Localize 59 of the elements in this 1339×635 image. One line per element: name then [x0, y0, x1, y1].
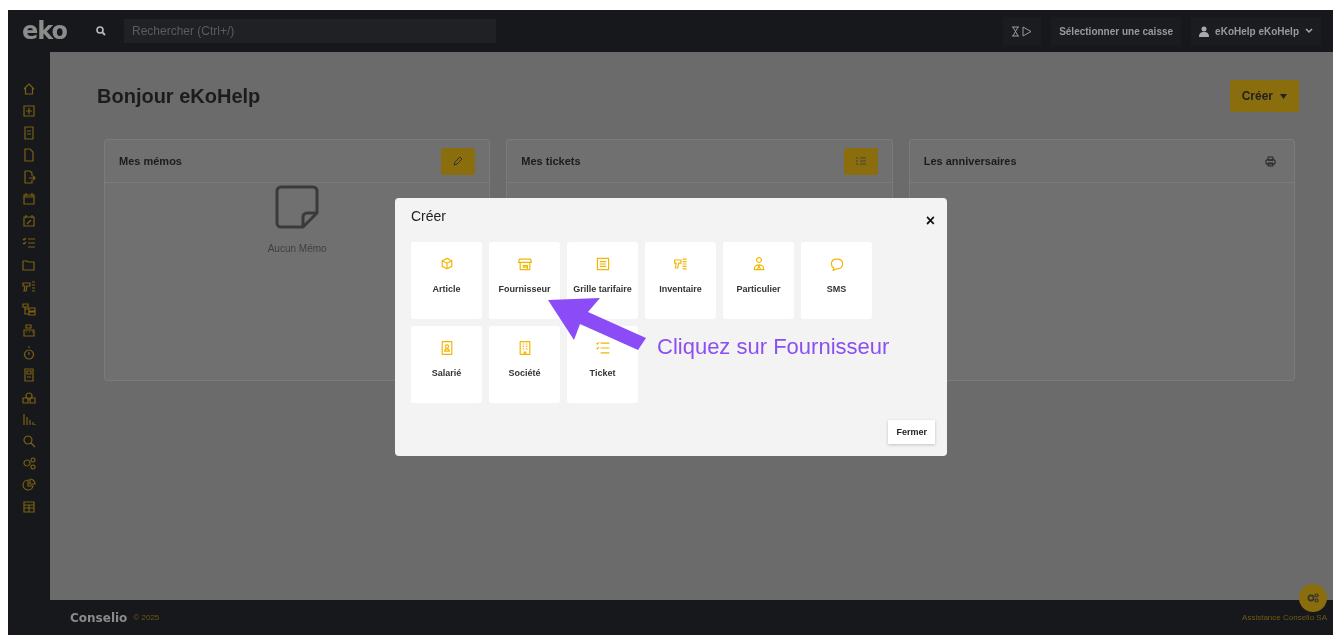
scanner-icon[interactable] [22, 280, 36, 294]
copyright-text: © 2025 [133, 613, 160, 622]
greeting-heading: Bonjour eKoHelp [97, 84, 261, 108]
calendar-icon[interactable] [22, 192, 36, 206]
register-select-button[interactable]: Sélectionner une caisse [1051, 17, 1182, 45]
widget-title: Mes tickets [521, 155, 581, 167]
store-icon [516, 256, 533, 272]
hierarchy-icon[interactable] [22, 302, 36, 316]
search-field[interactable]: Rechercher (Ctrl+/) [124, 19, 496, 43]
folder-icon[interactable] [22, 258, 36, 272]
stopwatch-icon[interactable] [22, 346, 36, 360]
logo[interactable]: eko [22, 17, 78, 45]
create-option-tile[interactable]: Fournisseur [489, 242, 560, 319]
create-option-tile[interactable]: Société [489, 326, 560, 403]
caret-icon [1280, 93, 1287, 99]
search-icon[interactable] [22, 434, 36, 448]
close-dialog-button[interactable]: Fermer [888, 420, 935, 444]
bar-chart-icon[interactable] [22, 412, 36, 426]
home-icon[interactable] [22, 82, 36, 96]
hourglass-play-icon [1011, 25, 1034, 37]
widget-title: Les anniversaires [923, 155, 1017, 167]
checklist-icon [855, 156, 866, 166]
calculator-icon[interactable] [22, 368, 36, 382]
note-icon [275, 185, 320, 229]
scanner-icon [672, 256, 689, 272]
user-menu-button[interactable]: eKoHelp eKoHelp [1191, 17, 1321, 45]
gears-icon [1307, 593, 1319, 603]
document-icon[interactable] [22, 126, 36, 140]
file-icon[interactable] [22, 148, 36, 162]
create-option-tile[interactable]: Salarié [411, 326, 482, 403]
pencil-icon [453, 156, 464, 166]
gears-icon[interactable] [22, 456, 36, 470]
create-option-tile[interactable]: Inventaire [645, 242, 716, 319]
list-button[interactable] [843, 147, 878, 175]
search-icon [96, 26, 106, 36]
settings-button[interactable] [1299, 584, 1327, 612]
create-option-tile[interactable]: Article [411, 242, 482, 319]
shapes-icon[interactable] [22, 390, 36, 404]
footer-brand: Conselio [70, 610, 128, 625]
file-export-icon[interactable] [22, 170, 36, 184]
hourglass-play-button[interactable] [1003, 17, 1042, 45]
table-icon[interactable] [22, 500, 36, 514]
dialog-title: Créer [411, 208, 446, 224]
user-icon [1199, 25, 1210, 37]
register-icon[interactable] [22, 324, 36, 338]
calendar-edit-icon[interactable] [22, 214, 36, 228]
printer-icon [1265, 155, 1276, 167]
create-option-tile[interactable]: SMS [801, 242, 872, 319]
chevron-down-icon [1305, 28, 1313, 34]
widget-title: Mes mémos [119, 155, 182, 167]
create-option-tile[interactable]: Particulier [723, 242, 794, 319]
annotation-text: Cliquez sur Fournisseur [657, 334, 890, 360]
pie-chart-icon[interactable] [22, 478, 36, 492]
checklist-icon[interactable] [22, 236, 36, 250]
sms-icon [828, 256, 845, 272]
checklist-icon [594, 340, 611, 356]
edit-button[interactable] [441, 147, 476, 175]
list-icon [594, 256, 611, 272]
close-button[interactable]: × [925, 212, 935, 230]
